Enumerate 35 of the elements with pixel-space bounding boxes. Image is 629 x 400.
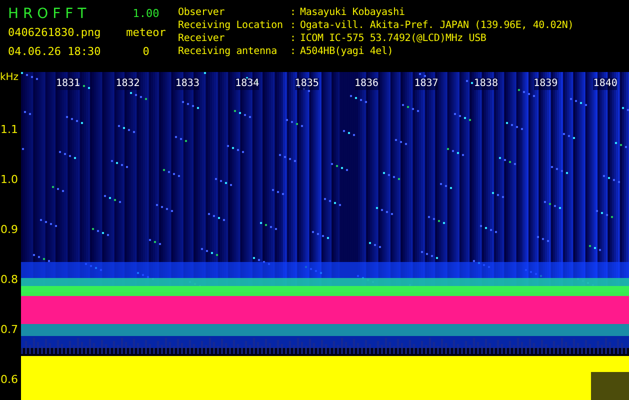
meteor-count: 0 <box>142 45 150 58</box>
axis-label: 0.7 <box>0 324 18 336</box>
time-label: 1831 <box>56 78 80 90</box>
separator: : <box>290 6 297 19</box>
axis-label: 1.1 <box>0 124 18 136</box>
time-label: 1832 <box>116 78 140 90</box>
time-label: 1836 <box>354 78 379 90</box>
info-value: Ogata-vill. Akita-Pref. JAPAN (139.96E, 40.02N) <box>300 19 574 32</box>
app-title: H R O F F T <box>8 6 88 22</box>
time-label: 1837 <box>414 78 438 90</box>
date-time: 04.06.26 18:30 <box>8 45 101 58</box>
info-label: Observer <box>178 6 226 19</box>
version-number: 1.00 <box>132 7 160 20</box>
file-name: 0406261830.png <box>8 26 101 39</box>
time-label: 1834 <box>235 78 260 90</box>
info-label: Receiving antenna <box>178 45 278 58</box>
time-label: 1835 <box>294 78 319 90</box>
info-value: A504HB(yagi 4el) <box>300 45 394 58</box>
axis-unit: kHz <box>0 72 19 84</box>
separator: : <box>290 32 297 45</box>
info-label: Receiving Location <box>178 19 284 32</box>
info-label: Receiver <box>178 32 226 45</box>
axis-label: 0.6 <box>0 374 18 386</box>
separator: : <box>290 45 297 58</box>
meteor-label: meteor <box>126 26 166 39</box>
info-value: ICOM IC-575 53.7492(@LCD)MHz USB <box>300 32 488 45</box>
time-label: 1840 <box>593 78 618 90</box>
axis-label: 0.9 <box>0 224 18 236</box>
time-label: 1838 <box>474 78 498 90</box>
axis-label: 0.8 <box>0 274 18 286</box>
separator: : <box>290 19 297 32</box>
time-label: 1839 <box>534 78 558 90</box>
axis-label: 1.0 <box>0 174 18 186</box>
time-label: 1833 <box>175 78 200 90</box>
info-value: Masayuki Kobayashi <box>300 6 406 19</box>
